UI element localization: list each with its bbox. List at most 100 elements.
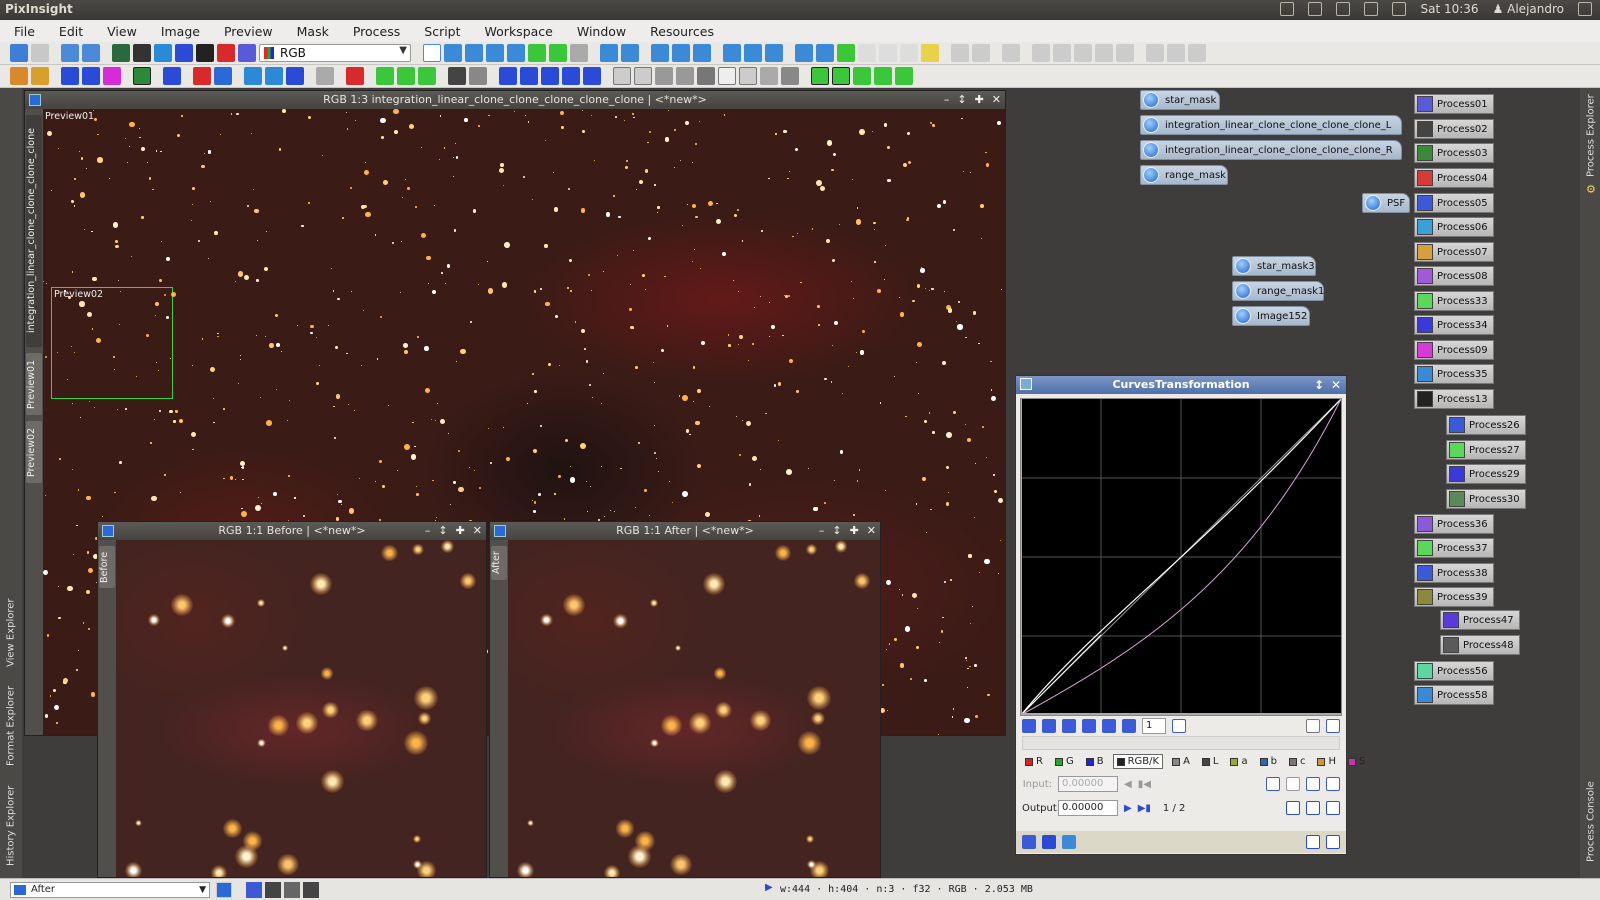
edit-mode-icon[interactable] <box>1022 719 1036 733</box>
swap-icon[interactable] <box>583 67 601 85</box>
resample-icon[interactable] <box>316 67 334 85</box>
console-icon[interactable] <box>1074 44 1092 62</box>
process-icon-process58[interactable]: Process58 <box>1414 685 1494 705</box>
mirror-icon[interactable] <box>562 67 580 85</box>
lock-icon[interactable] <box>1002 44 1020 62</box>
channel-h[interactable]: H <box>1314 755 1339 768</box>
select-mode-icon[interactable] <box>1042 719 1056 733</box>
zoom-mode-icon[interactable] <box>486 44 504 62</box>
process-icon-process29[interactable]: Process29 <box>1446 464 1526 484</box>
grid-2-icon[interactable] <box>634 67 652 85</box>
layout-2-icon[interactable] <box>832 67 850 85</box>
format-explorer-tab[interactable]: Format Explorer <box>2 678 20 773</box>
grid-6-icon[interactable] <box>718 67 736 85</box>
image-icon-integration-l[interactable]: integration_linear_clone_clone_clone_clo… <box>1140 115 1402 135</box>
image-icon-integration-r[interactable]: integration_linear_clone_clone_clone_clo… <box>1140 140 1402 160</box>
menu-workspace[interactable]: Workspace <box>471 24 563 39</box>
fit-view-icon[interactable] <box>723 44 741 62</box>
layout-1-icon[interactable] <box>811 67 829 85</box>
play-icon[interactable]: ▶ <box>765 882 773 893</box>
flip-h-icon[interactable] <box>499 67 517 85</box>
undo-icon[interactable] <box>10 44 28 62</box>
preview02-tab[interactable]: Preview02 <box>26 421 42 483</box>
deiconize-icon[interactable] <box>879 44 897 62</box>
apply-global-icon[interactable] <box>1062 835 1076 849</box>
interpolation-linear-icon[interactable] <box>1306 777 1320 791</box>
save-icon[interactable] <box>61 67 79 85</box>
image-icon-star-mask[interactable]: star_mask <box>1140 90 1220 110</box>
process-icon-process07[interactable]: Process07 <box>1414 242 1494 262</box>
reset-stf-icon[interactable] <box>972 44 990 62</box>
close-icon[interactable]: ✕ <box>867 522 876 540</box>
view-menu-icon[interactable] <box>216 882 232 898</box>
zoom-fit-icon[interactable] <box>444 44 462 62</box>
process-icon-process06[interactable]: Process06 <box>1414 217 1494 237</box>
process-icon-process05[interactable]: Process05 <box>1414 193 1494 213</box>
process-icon-process39[interactable]: Process39 <box>1414 587 1494 607</box>
settings-icon[interactable] <box>1095 44 1113 62</box>
pan-icon[interactable] <box>1122 719 1136 733</box>
reset-curve-icon[interactable] <box>1326 777 1340 791</box>
duplicate-icon[interactable] <box>82 44 100 62</box>
delete-mode-icon[interactable] <box>1062 719 1076 733</box>
open-folder-icon[interactable] <box>31 67 49 85</box>
channel-c[interactable]: c <box>1286 755 1309 768</box>
menu-process[interactable]: Process <box>339 24 410 39</box>
mask-show-icon[interactable] <box>193 67 211 85</box>
grid-1-icon[interactable] <box>613 67 631 85</box>
view-explorer-tab[interactable]: View Explorer <box>2 593 20 673</box>
display-mode-1-icon[interactable] <box>246 882 262 898</box>
lightness-icon[interactable] <box>196 44 214 62</box>
process-icon-process02[interactable]: Process02 <box>1414 119 1494 139</box>
after-tab[interactable]: After <box>491 546 507 580</box>
star-icon[interactable] <box>397 67 415 85</box>
grid-3-icon[interactable] <box>655 67 673 85</box>
layout-4-icon[interactable] <box>874 67 892 85</box>
channel-a[interactable]: a <box>1227 755 1250 768</box>
invert-icon[interactable] <box>133 67 151 85</box>
close-icon[interactable]: ✕ <box>473 522 482 540</box>
channel-b[interactable]: B <box>1083 755 1107 768</box>
iconize-icon[interactable] <box>858 44 876 62</box>
process-icon-process48[interactable]: Process48 <box>1440 635 1520 655</box>
curve-graph[interactable] <box>1020 398 1342 716</box>
mirror-v-icon[interactable] <box>1326 801 1340 815</box>
process-icon-process30[interactable]: Process30 <box>1446 489 1526 509</box>
process-icon-process09[interactable]: Process09 <box>1414 340 1494 360</box>
clock[interactable]: Sat 10:36 <box>1420 2 1478 16</box>
process-icon-process03[interactable]: Process03 <box>1414 143 1494 163</box>
after-image-canvas[interactable] <box>508 540 880 877</box>
channel-select[interactable]: RGB ▼ <box>259 44 411 62</box>
mirror-h-icon[interactable] <box>1306 801 1320 815</box>
layout-3-icon[interactable] <box>853 67 871 85</box>
rotate-cw-icon[interactable] <box>265 67 283 85</box>
process-icon-process08[interactable]: Process08 <box>1414 266 1494 286</box>
pan-mode-icon[interactable] <box>465 44 483 62</box>
image-icon-range-mask1[interactable]: range_mask1 <box>1232 281 1324 301</box>
about-icon[interactable] <box>1167 44 1185 62</box>
minimize-icon[interactable]: – <box>819 522 825 540</box>
histogram-icon[interactable] <box>346 67 364 85</box>
grid-5-icon[interactable] <box>697 67 715 85</box>
rotate-90-icon[interactable] <box>541 67 559 85</box>
close-all-icon[interactable] <box>900 44 918 62</box>
image-icon-range-mask[interactable]: range_mask <box>1140 165 1228 185</box>
output-field[interactable]: 0.00000 <box>1058 800 1118 816</box>
shade-icon[interactable]: ↕ <box>438 522 447 540</box>
after-window[interactable]: RGB 1:1 After | <*new*> – ↕ ✚ ✕ After <box>489 521 881 878</box>
history-explorer-tab[interactable]: History Explorer <box>2 778 20 873</box>
color-icon[interactable] <box>103 67 121 85</box>
zoom-in-icon[interactable] <box>1082 719 1096 733</box>
menu-preview[interactable]: Preview <box>210 24 283 39</box>
user-menu[interactable]: ♟ Alejandro <box>1493 2 1564 16</box>
main-view-tab[interactable]: integration_linear_clone_clone_clone_clo… <box>26 115 42 347</box>
mask-icon[interactable] <box>921 44 939 62</box>
menu-edit[interactable]: Edit <box>45 24 93 39</box>
show-all-curves-icon[interactable] <box>1306 719 1320 733</box>
apply-icon[interactable] <box>1042 835 1056 849</box>
curves-transformation-dialog[interactable]: CurvesTransformation ↕ ✕ 1 R G B RGB/K A… <box>1015 375 1365 855</box>
new-instance-icon[interactable] <box>1022 835 1036 849</box>
process-icon-process33[interactable]: Process33 <box>1414 291 1494 311</box>
zoom-out-icon[interactable] <box>621 44 639 62</box>
crop-icon[interactable] <box>163 67 181 85</box>
